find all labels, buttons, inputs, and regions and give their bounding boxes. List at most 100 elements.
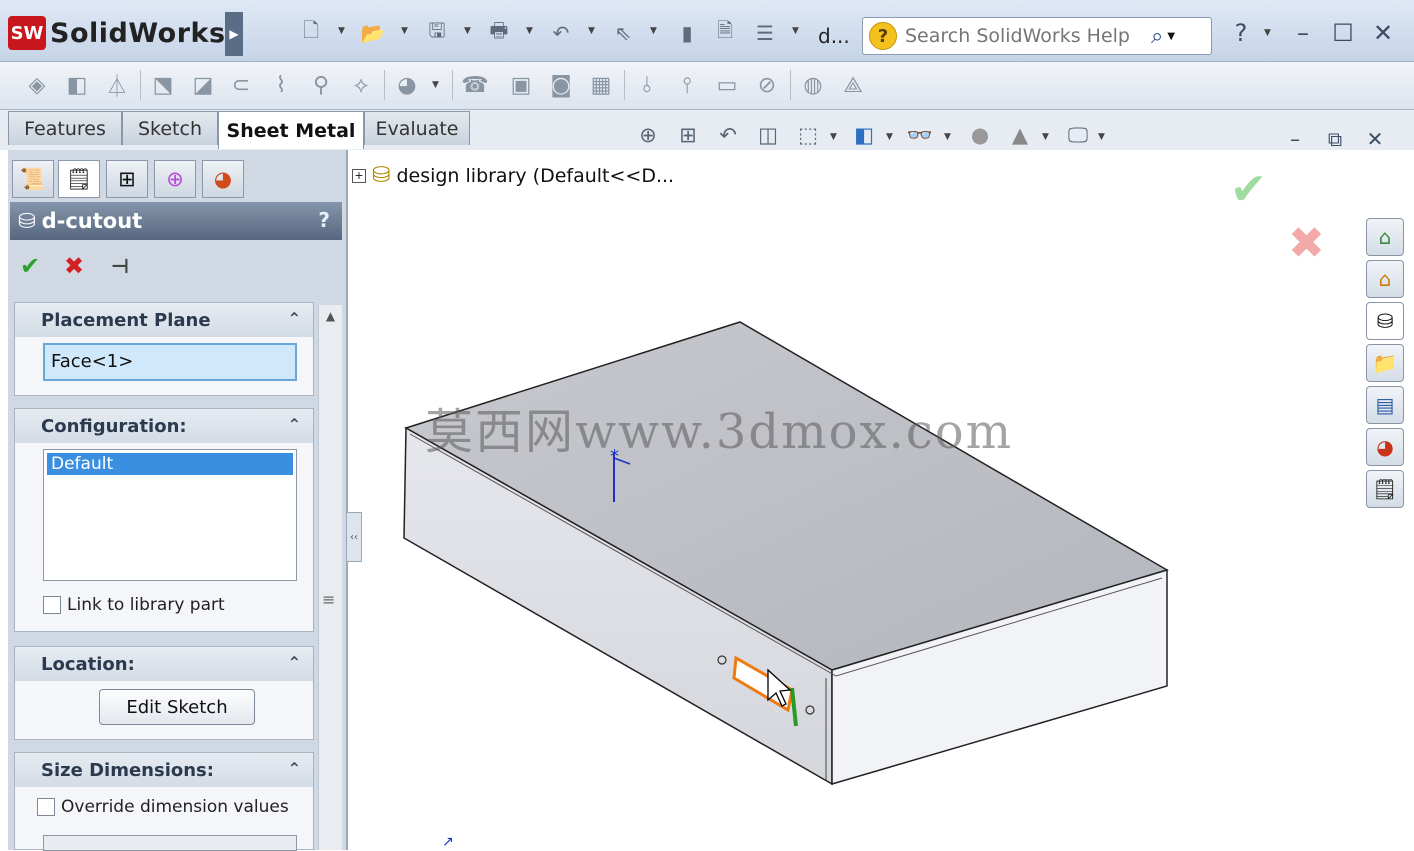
checkbox-box[interactable] [37,798,55,816]
miter-flange-icon[interactable]: ◪ [188,70,218,100]
file-explorer-icon[interactable]: 📁 [1366,344,1404,382]
collapse-icon[interactable]: ⌃ [288,653,301,672]
print-icon[interactable]: 🖶 [486,18,512,48]
link-to-library-part-checkbox[interactable]: Link to library part [43,595,225,615]
pushpin-icon[interactable]: ⊣ [104,250,136,282]
dimension-table[interactable] [43,835,297,851]
panel-scrollbar[interactable]: ▲ [318,305,342,850]
display-style-icon[interactable]: ◧ [850,120,878,150]
fold-icon[interactable]: ⫯ [672,70,702,100]
view-settings-dropdown-icon[interactable]: ▼ [1098,132,1105,142]
convert-to-sheet-metal-icon[interactable]: ◧ [62,70,92,100]
cancel-x-icon[interactable]: ✖ [58,250,90,282]
maximize-icon[interactable]: ☐ [1326,16,1360,50]
insert-bends-icon[interactable]: ◍ [798,70,828,100]
edit-appearance-icon[interactable]: ● [966,120,994,150]
hem-icon[interactable]: ⊂ [226,70,256,100]
rip-icon[interactable]: ⟁ [838,70,868,100]
no-bends-icon[interactable]: ⊘ [752,70,782,100]
tab-sketch[interactable]: Sketch [122,111,218,145]
configuration-manager-tab-icon[interactable]: ⊞ [106,160,148,198]
sheet-metal-box-model[interactable]: * [400,318,1180,798]
vent-icon[interactable]: ▦ [586,70,616,100]
confirm-ok-icon[interactable]: ✔ [1230,164,1267,215]
configuration-list-item[interactable]: Default [47,453,293,475]
view-orientation-dropdown-icon[interactable]: ▼ [830,132,837,142]
search-dropdown-icon[interactable]: ▼ [1167,31,1175,42]
new-dropdown-icon[interactable]: ▼ [338,26,345,36]
view-palette-icon[interactable]: ▤ [1366,386,1404,424]
hide-show-items-icon[interactable]: 👓 [906,120,934,150]
tab-features[interactable]: Features [8,111,122,145]
help-dropdown-icon[interactable]: ▼ [1264,28,1271,38]
collapse-icon[interactable]: ⌃ [288,415,301,434]
rebuild-icon[interactable]: ▮ [674,18,700,48]
flatten-icon[interactable]: ▭ [712,70,742,100]
undo-icon[interactable]: ↶ [548,18,574,48]
collapse-icon[interactable]: ⌃ [288,309,301,328]
options-icon[interactable]: ☰ [752,18,778,48]
placement-plane-field[interactable]: Face<1> [43,343,297,381]
section-view-icon[interactable]: ◫ [754,120,782,150]
checkbox-box[interactable] [43,596,61,614]
previous-view-icon[interactable]: ↶ [714,120,742,150]
corners-icon[interactable]: ◕ [392,70,422,100]
design-library-icon[interactable]: ⛁ [1366,302,1404,340]
feature-tree-flyout[interactable]: + ⛁ design library (Default<<D... [352,163,674,188]
help-search-input[interactable] [905,25,1145,47]
dimxpert-tab-icon[interactable]: ⊕ [154,160,196,198]
corners-dropdown-icon[interactable]: ▼ [432,80,439,90]
hide-show-dropdown-icon[interactable]: ▼ [944,132,951,142]
property-manager-tab-icon[interactable]: 🗒 [58,160,100,198]
home-icon[interactable]: ⌂ [1366,260,1404,298]
options-dropdown-icon[interactable]: ▼ [792,26,799,36]
edge-flange-icon[interactable]: ⬔ [148,70,178,100]
select-dropdown-icon[interactable]: ▼ [650,26,657,36]
print-dropdown-icon[interactable]: ▼ [526,26,533,36]
collapse-icon[interactable]: ⌃ [288,759,301,778]
placement-plane-header[interactable]: Placement Plane ⌃ [15,303,313,337]
feature-manager-tab-icon[interactable]: 📜 [12,160,54,198]
app-logo[interactable]: SW SolidWorks [8,12,226,54]
save-dropdown-icon[interactable]: ▼ [464,26,471,36]
cross-break-icon[interactable]: ⟡ [346,70,376,100]
edit-sketch-button[interactable]: Edit Sketch [99,689,255,725]
size-dimensions-header[interactable]: Size Dimensions: ⌃ [15,753,313,787]
zoom-to-area-icon[interactable]: ⊞ [674,120,702,150]
ok-check-icon[interactable]: ✔ [14,250,46,282]
view-orientation-icon[interactable]: ⬚ [794,120,822,150]
override-dimension-values-checkbox[interactable]: Override dimension values [37,797,289,817]
tab-evaluate[interactable]: Evaluate [364,111,470,145]
base-flange-icon[interactable]: ◈ [22,70,52,100]
feature-help-icon[interactable]: ? [318,208,330,232]
help-menu-icon[interactable]: ? [1224,16,1258,50]
open-dropdown-icon[interactable]: ▼ [401,26,408,36]
sketched-bend-icon[interactable]: ⚲ [306,70,336,100]
apply-scene-dropdown-icon[interactable]: ▼ [1042,132,1049,142]
location-header[interactable]: Location: ⌃ [15,647,313,681]
undo-dropdown-icon[interactable]: ▼ [588,26,595,36]
forming-tool-icon[interactable]: ☎ [460,70,490,100]
select-icon[interactable]: ⇖ [610,18,636,48]
expand-icon[interactable]: + [352,168,366,183]
display-style-dropdown-icon[interactable]: ▼ [886,132,893,142]
custom-properties-icon[interactable]: 🗒 [1366,470,1404,508]
unfold-icon[interactable]: ⫰ [632,70,662,100]
jog-icon[interactable]: ⌇ [266,70,296,100]
simple-hole-icon[interactable]: ◙ [546,70,576,100]
apply-scene-icon[interactable]: ▲ [1006,120,1034,150]
open-icon[interactable]: 📂 [360,18,386,48]
new-document-icon[interactable]: 🗋 [298,18,324,48]
menu-expand-arrow-icon[interactable]: ▶ [225,12,243,56]
file-properties-icon[interactable]: 🗎 [712,18,738,48]
appearances-icon[interactable]: ◕ [1366,428,1404,466]
display-manager-tab-icon[interactable]: ◕ [202,160,244,198]
view-settings-icon[interactable]: 🖵 [1064,120,1092,150]
solidworks-resources-icon[interactable]: ⌂ [1366,218,1404,256]
zoom-to-fit-icon[interactable]: ⊕ [634,120,662,150]
confirm-cancel-icon[interactable]: ✖ [1288,218,1325,269]
help-search-box[interactable]: ? ⌕ ▼ [862,17,1212,55]
scroll-up-arrow-icon[interactable]: ▲ [319,309,342,323]
lofted-bend-icon[interactable]: ⏃ [102,70,132,100]
minimize-icon[interactable]: – [1286,16,1320,50]
